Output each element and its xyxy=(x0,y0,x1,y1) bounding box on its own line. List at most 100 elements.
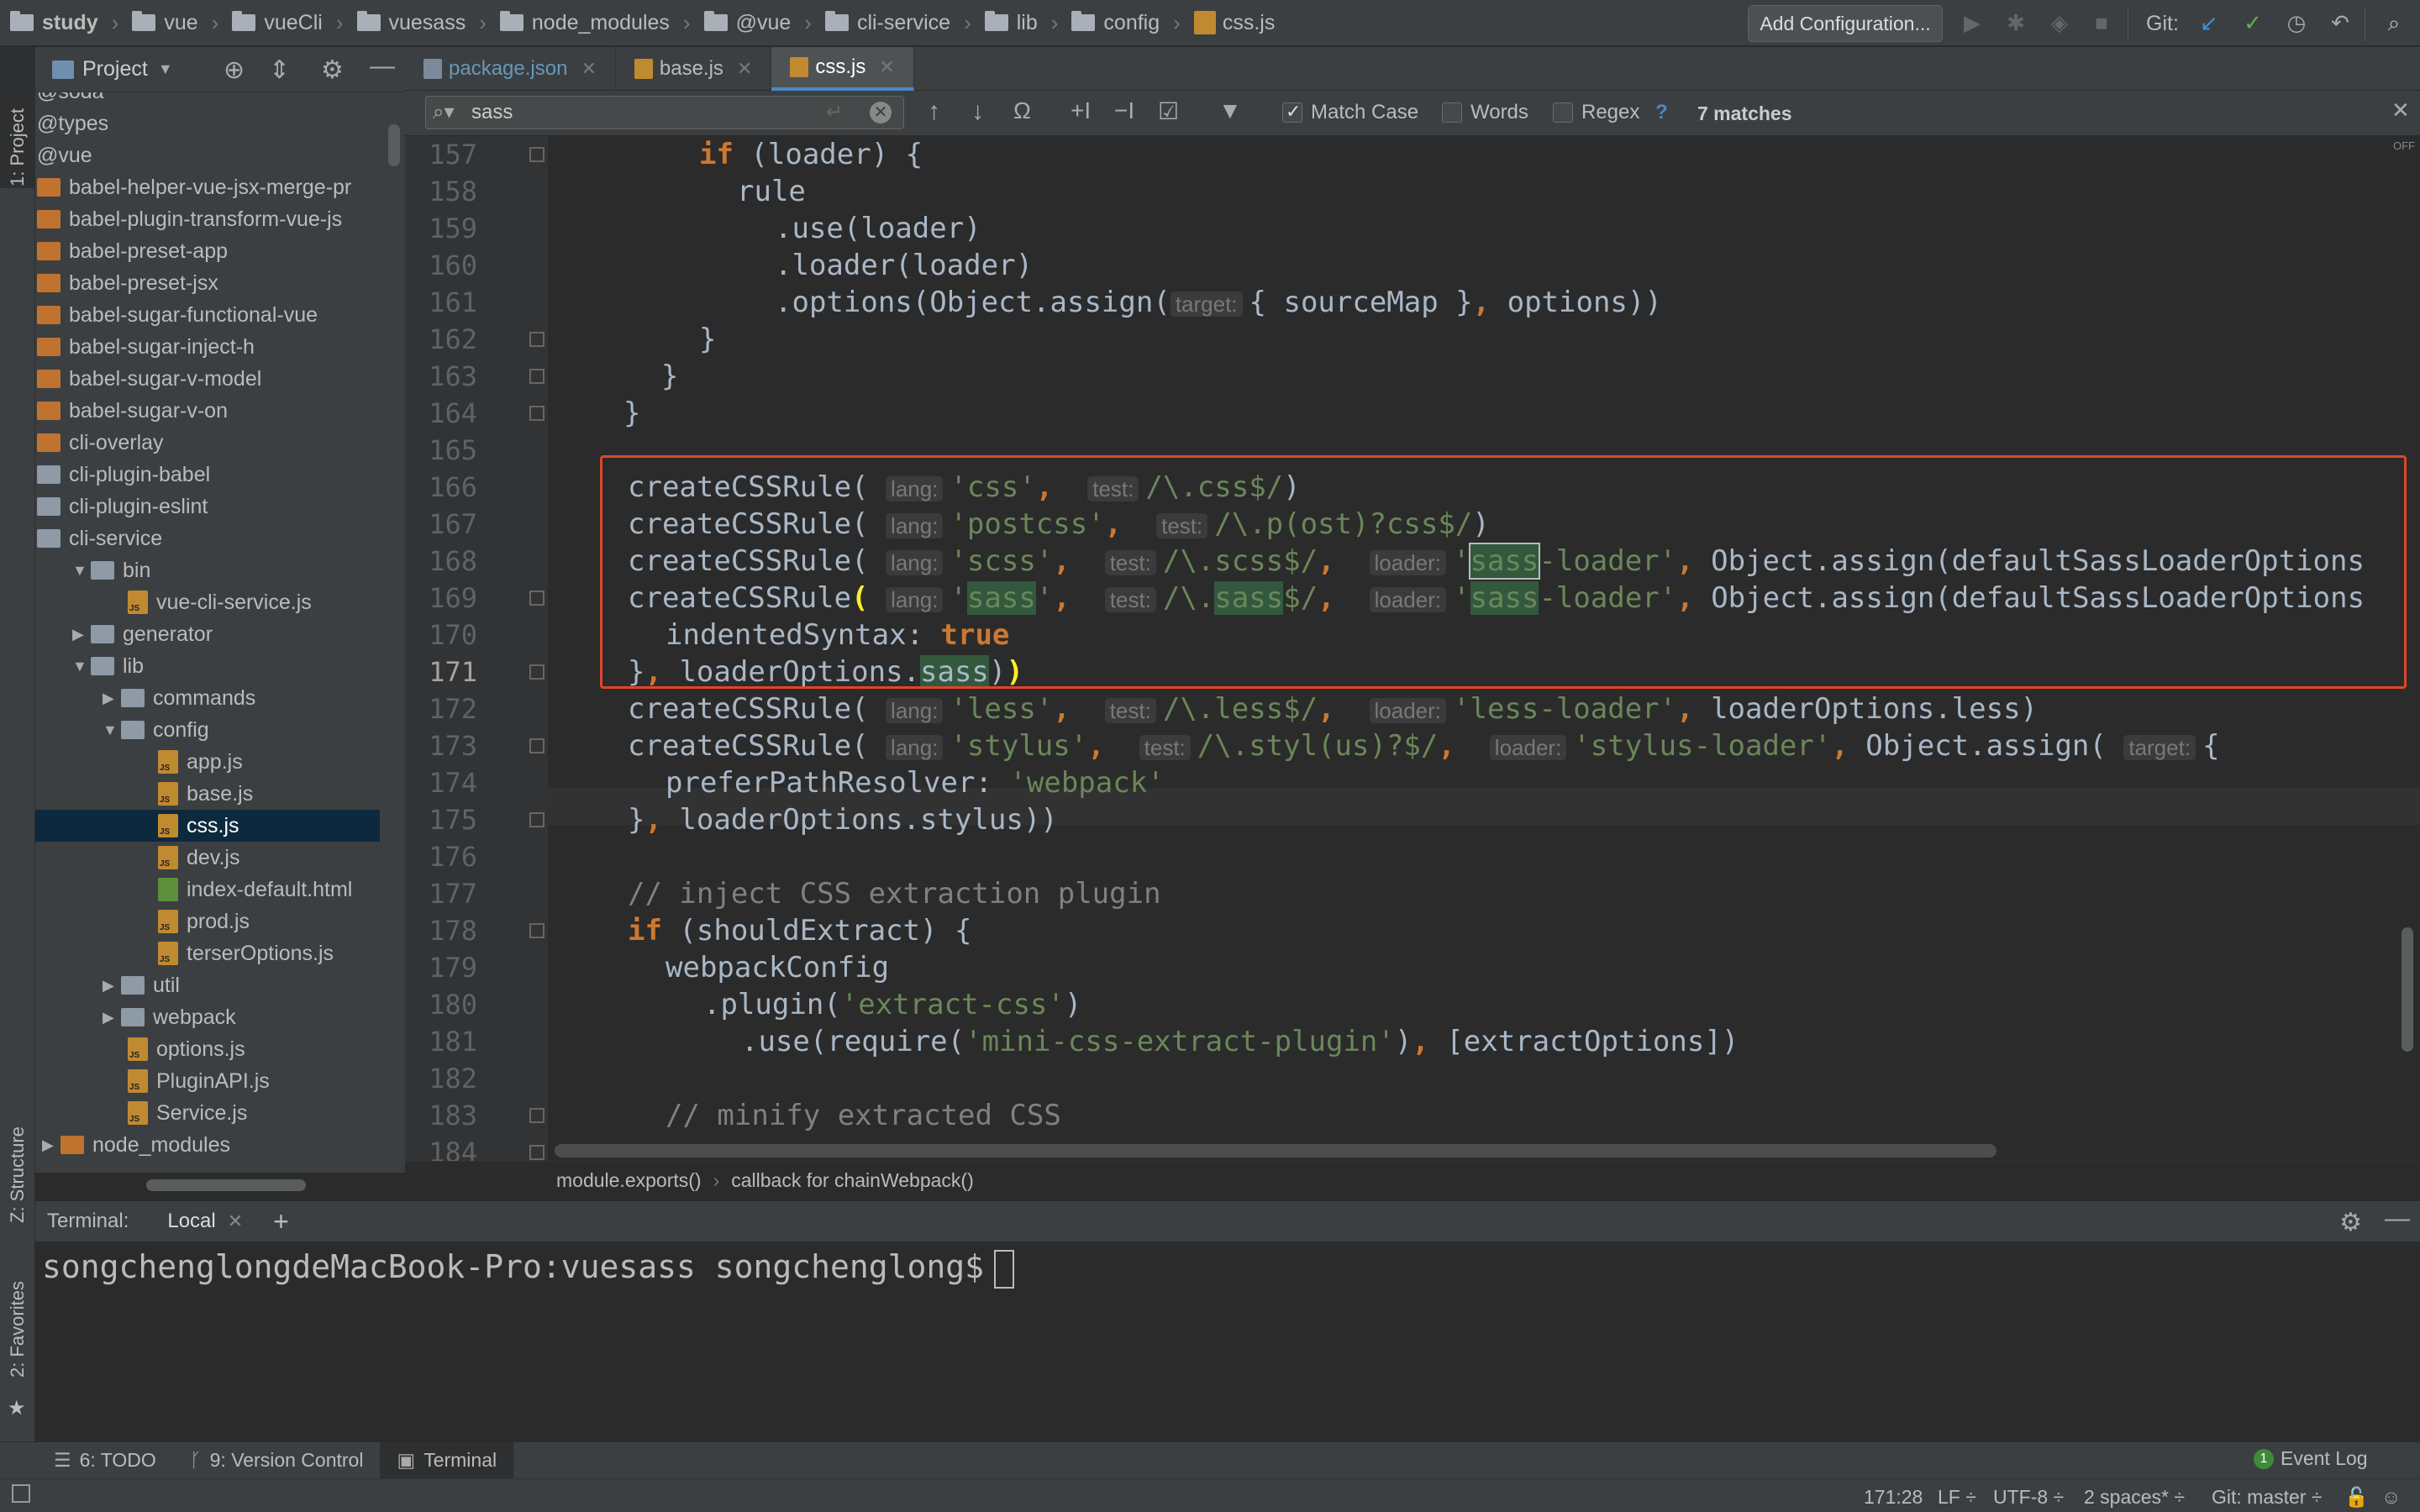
git-commit-icon[interactable]: ✓ xyxy=(2240,10,2265,35)
tree-item[interactable]: ▼ lib xyxy=(35,650,380,682)
tree-item[interactable]: PluginAPI.js xyxy=(35,1065,380,1097)
search-input[interactable] xyxy=(471,100,808,125)
close-icon[interactable]: ✕ xyxy=(2391,97,2410,123)
words-checkbox[interactable] xyxy=(1442,102,1462,123)
tree-item[interactable]: ▶ generator xyxy=(35,618,380,650)
chevron-right-icon[interactable]: ▶ xyxy=(103,1009,121,1026)
fold-marker-icon[interactable] xyxy=(529,738,544,753)
debug-icon[interactable]: ✱ xyxy=(2003,10,2028,35)
line-separator[interactable]: LF ÷ xyxy=(1938,1486,1976,1509)
fold-marker-icon[interactable] xyxy=(529,1108,544,1123)
add-configuration-button[interactable]: Add Configuration... xyxy=(1748,5,1943,42)
tree-item[interactable]: babel-sugar-v-on xyxy=(35,395,380,427)
add-terminal-icon[interactable]: + xyxy=(273,1206,289,1237)
add-selection-icon[interactable]: +I xyxy=(1071,97,1091,124)
tree-item[interactable]: ▶ commands xyxy=(35,682,380,714)
match-case-option[interactable]: Match Case xyxy=(1282,101,1418,124)
close-tab-icon[interactable]: ✕ xyxy=(228,1210,243,1232)
match-case-checkbox[interactable] xyxy=(1282,101,1302,123)
tree-item[interactable]: ▶ webpack xyxy=(35,1001,380,1033)
new-line-icon[interactable]: ↵ xyxy=(826,100,843,124)
lock-icon[interactable]: 🔓 xyxy=(2344,1486,2369,1509)
favorites-tool-button[interactable]: 2: Favorites xyxy=(7,1281,29,1378)
tree-item[interactable]: @vue xyxy=(35,139,380,171)
fold-marker-icon[interactable] xyxy=(529,332,544,347)
previous-match-icon[interactable]: ↑ xyxy=(928,97,940,126)
minimize-icon[interactable]: — xyxy=(370,52,395,81)
filter-icon[interactable]: ▼ xyxy=(1218,97,1242,124)
fold-marker-icon[interactable] xyxy=(529,406,544,421)
tree-item[interactable]: ▼ bin xyxy=(35,554,380,586)
tree-item[interactable]: babel-helper-vue-jsx-merge-pr xyxy=(35,171,380,203)
tree-item[interactable]: babel-sugar-inject-h xyxy=(35,331,380,363)
coverage-icon[interactable]: ◈ xyxy=(2047,10,2072,35)
close-tab-icon[interactable]: ✕ xyxy=(581,58,596,80)
breadcrumb-item[interactable]: vue xyxy=(132,11,198,35)
chevron-right-icon[interactable]: ▶ xyxy=(103,690,121,707)
git-update-icon[interactable]: ↙ xyxy=(2196,10,2222,35)
breadcrumb-item[interactable]: node_modules xyxy=(499,11,670,35)
chevron-down-icon[interactable]: ▼ xyxy=(103,722,121,739)
breadcrumb-item[interactable]: lib xyxy=(984,11,1038,35)
terminal-output[interactable]: songchenglongdeMacBook-Pro:vuesass songc… xyxy=(35,1242,2420,1441)
tree-item[interactable]: index-default.html xyxy=(35,874,380,906)
editor-tab[interactable]: package.json ✕ xyxy=(405,47,616,91)
tree-item[interactable]: prod.js xyxy=(35,906,380,937)
project-title[interactable]: Project xyxy=(82,57,148,81)
find-in-path-icon[interactable]: Ω xyxy=(1013,97,1031,124)
layout-icon[interactable] xyxy=(12,1484,30,1503)
tree-item[interactable]: cli-plugin-eslint xyxy=(35,491,380,522)
fold-marker-icon[interactable] xyxy=(529,812,544,827)
project-tool-button[interactable]: 1: Project xyxy=(7,108,29,186)
tree-vertical-scrollbar[interactable] xyxy=(388,124,400,166)
tree-item[interactable]: ▶ util xyxy=(35,969,380,1001)
git-branch[interactable]: Git: master ÷ xyxy=(2212,1486,2322,1509)
indent-setting[interactable]: 2 spaces* ÷ xyxy=(2084,1486,2185,1509)
clear-search-icon[interactable]: ✕ xyxy=(870,102,892,123)
chevron-right-icon[interactable]: ▶ xyxy=(72,626,91,643)
editor-vertical-scrollbar[interactable] xyxy=(2402,927,2413,1052)
editor-horizontal-scrollbar[interactable] xyxy=(555,1144,1996,1158)
collapse-all-icon[interactable]: ⇕ xyxy=(269,55,290,85)
tree-item[interactable]: vue-cli-service.js xyxy=(35,586,380,618)
words-option[interactable]: Words xyxy=(1442,101,1528,124)
todo-tool-button[interactable]: ☰ 6: TODO xyxy=(37,1442,173,1479)
chevron-right-icon[interactable]: ▶ xyxy=(42,1137,60,1154)
breadcrumb-item[interactable]: vuesass xyxy=(356,11,466,35)
tree-item[interactable]: @types xyxy=(35,108,380,139)
tree-item[interactable]: babel-sugar-v-model xyxy=(35,363,380,395)
select-all-matches-icon[interactable]: ☑ xyxy=(1158,97,1179,125)
tree-item[interactable]: cli-overlay xyxy=(35,427,380,459)
editor-tab[interactable]: base.js ✕ xyxy=(616,47,772,91)
editor-tab[interactable]: css.js ✕ xyxy=(771,47,914,91)
chevron-right-icon[interactable]: ▶ xyxy=(103,977,121,995)
locate-icon[interactable]: ⊕ xyxy=(224,55,245,85)
git-history-icon[interactable]: ◷ xyxy=(2284,10,2309,35)
fold-marker-icon[interactable] xyxy=(529,664,544,680)
terminal-tool-button[interactable]: ▣ Terminal xyxy=(380,1441,514,1479)
tree-item[interactable]: cli-service xyxy=(35,522,380,554)
terminal-settings-icon[interactable]: ⚙ xyxy=(2339,1208,2362,1237)
tree-item[interactable]: @soda xyxy=(35,92,380,108)
inspector-icon[interactable]: ☺ xyxy=(2381,1486,2401,1509)
tree-item[interactable]: babel-sugar-functional-vue xyxy=(35,299,380,331)
breadcrumb-item[interactable]: config xyxy=(1071,11,1160,35)
fold-marker-icon[interactable] xyxy=(529,1145,544,1160)
stop-icon[interactable]: ■ xyxy=(2089,10,2114,35)
tree-item[interactable]: dev.js xyxy=(35,842,380,874)
terminal-minimize-icon[interactable]: — xyxy=(2385,1205,2410,1233)
run-icon[interactable]: ▶ xyxy=(1960,10,1985,35)
regex-help-icon[interactable]: ? xyxy=(1655,101,1668,124)
tree-item[interactable]: base.js xyxy=(35,778,380,810)
search-everywhere-icon[interactable]: ⌕ xyxy=(2381,10,2407,35)
tree-item[interactable]: babel-plugin-transform-vue-js xyxy=(35,203,380,235)
file-encoding[interactable]: UTF-8 ÷ xyxy=(1993,1486,2064,1509)
fold-marker-icon[interactable] xyxy=(529,369,544,384)
code-crumb-callback[interactable]: callback for chainWebpack() xyxy=(731,1169,973,1192)
terminal-tab-local[interactable]: Local xyxy=(167,1210,215,1233)
close-tab-icon[interactable]: ✕ xyxy=(737,58,752,80)
tree-item[interactable]: app.js xyxy=(35,746,380,778)
breadcrumb-item[interactable]: vueCli xyxy=(232,11,323,35)
tree-item[interactable]: terserOptions.js xyxy=(35,937,380,969)
next-match-icon[interactable]: ↓ xyxy=(971,97,984,126)
